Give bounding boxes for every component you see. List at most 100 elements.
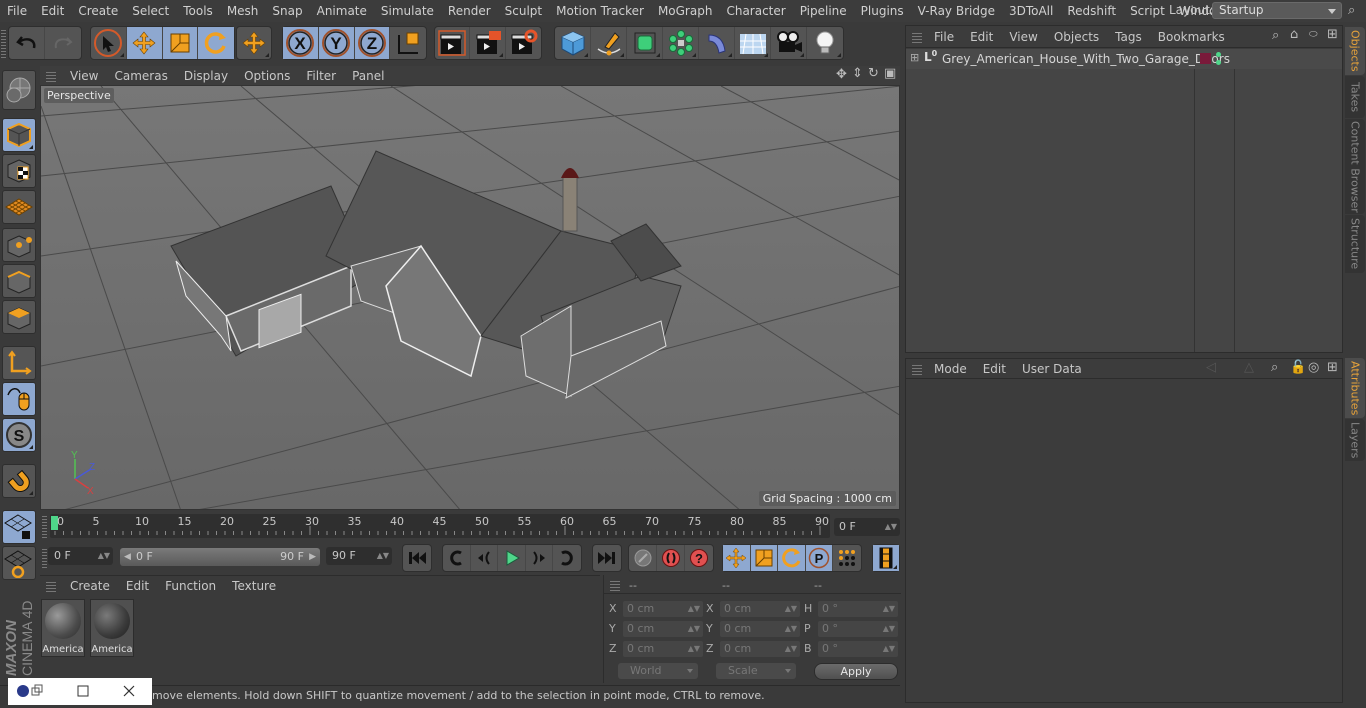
workplane-mode-button[interactable]: [2, 190, 36, 224]
object-row[interactable]: ⊞ L0 Grey_American_House_With_Two_Garage…: [906, 49, 1342, 69]
render-settings-button[interactable]: [506, 27, 541, 59]
snap-button[interactable]: S: [2, 418, 36, 452]
record-keys-button[interactable]: [629, 545, 657, 571]
back-icon[interactable]: ◁: [1206, 360, 1216, 375]
viewport-menu-cameras[interactable]: Cameras: [106, 69, 175, 83]
previous-frame-button[interactable]: [471, 545, 499, 571]
cloner-button[interactable]: [663, 27, 699, 59]
home-icon[interactable]: ⌂: [1290, 27, 1298, 42]
menu-select[interactable]: Select: [125, 4, 176, 18]
next-frame-button[interactable]: [526, 545, 554, 571]
move-button[interactable]: [126, 27, 163, 59]
attribute-menu-mode[interactable]: Mode: [926, 362, 975, 376]
viewport-menu-filter[interactable]: Filter: [298, 69, 344, 83]
viewport-menu-display[interactable]: Display: [176, 69, 236, 83]
material-grip[interactable]: [46, 580, 56, 592]
dolly-view-icon[interactable]: ⇕: [852, 66, 863, 81]
attribute-menu-edit[interactable]: Edit: [975, 362, 1014, 376]
object-menu-file[interactable]: File: [926, 30, 962, 44]
spinner-icon[interactable]: ▲▼: [883, 621, 895, 637]
material-menu-function[interactable]: Function: [157, 579, 224, 593]
go-to-start-button[interactable]: [403, 545, 431, 571]
coordinate-field[interactable]: 0 ° ▲▼: [818, 621, 898, 637]
up-icon[interactable]: △: [1244, 360, 1254, 375]
new-panel-icon[interactable]: ⊞: [1327, 27, 1338, 42]
menu-create[interactable]: Create: [71, 4, 125, 18]
menu-3dtoall[interactable]: 3DToAll: [1002, 4, 1060, 18]
menu-motion-tracker[interactable]: Motion Tracker: [549, 4, 651, 18]
timeline-ruler[interactable]: 0 5 10 15 20 25 30 35 40 45 50 55 60 65 70 75 80 85 90: [50, 514, 830, 538]
spinner-icon[interactable]: ▲▼: [785, 601, 797, 617]
x-axis-lock-button[interactable]: X: [283, 27, 319, 59]
timeline-grip[interactable]: [42, 516, 47, 538]
3d-viewport[interactable]: Y Z X Perspective Grid Spacing : 1000 cm: [40, 85, 900, 510]
subdivision-surface-button[interactable]: [627, 27, 663, 59]
object-menu-tags[interactable]: Tags: [1107, 30, 1150, 44]
magnet-button[interactable]: [2, 464, 36, 498]
edges-mode-button[interactable]: [2, 264, 36, 298]
size-mode-select[interactable]: Scale: [716, 663, 796, 679]
spinner-icon[interactable]: ▲▼: [688, 601, 700, 617]
menu-character[interactable]: Character: [719, 4, 792, 18]
tab-objects[interactable]: Objects: [1345, 27, 1365, 75]
go-to-end-button[interactable]: [593, 545, 621, 571]
toggle-icon[interactable]: ⬭: [1309, 29, 1318, 40]
coordinate-field[interactable]: 0 ° ▲▼: [818, 641, 898, 657]
menu-pipeline[interactable]: Pipeline: [793, 4, 854, 18]
texture-mode-button[interactable]: [2, 154, 36, 188]
workplane-lock-button[interactable]: [2, 510, 36, 544]
menu-mograph[interactable]: MoGraph: [651, 4, 720, 18]
key-rotation-button[interactable]: [778, 545, 806, 571]
coordinate-mode-select[interactable]: World: [618, 663, 698, 679]
lock-icon[interactable]: 🔓: [1290, 360, 1306, 375]
search-icon[interactable]: ⌕: [1348, 3, 1355, 18]
maximize-icon[interactable]: [77, 685, 89, 697]
toolbar-grip[interactable]: [1, 28, 6, 58]
object-grip[interactable]: [912, 31, 922, 43]
camera-button[interactable]: [771, 27, 807, 59]
menu-snap[interactable]: Snap: [265, 4, 309, 18]
autokey-button[interactable]: [657, 545, 685, 571]
tab-structure[interactable]: Structure: [1345, 215, 1365, 273]
search-icon[interactable]: ⌕: [1271, 360, 1278, 375]
coordinate-system-button[interactable]: [390, 27, 426, 59]
key-scale-button[interactable]: [750, 545, 779, 571]
menu-edit[interactable]: Edit: [34, 4, 71, 18]
attribute-menu-user-data[interactable]: User Data: [1014, 362, 1090, 376]
menu-plugins[interactable]: Plugins: [854, 4, 911, 18]
target-icon[interactable]: ◎: [1308, 360, 1319, 375]
locked-workplane-button[interactable]: [2, 546, 36, 580]
expand-icon[interactable]: ⊞: [910, 51, 919, 64]
next-key-button[interactable]: [553, 545, 581, 571]
viewport-menu-options[interactable]: Options: [236, 69, 298, 83]
start-frame-field[interactable]: 0 F ▲▼: [48, 547, 113, 565]
coordinate-field[interactable]: 0 cm ▲▼: [623, 621, 703, 637]
viewport-menu-panel[interactable]: Panel: [344, 69, 392, 83]
previous-key-button[interactable]: [443, 545, 471, 571]
y-axis-lock-button[interactable]: Y: [318, 27, 355, 59]
axis-mode-button[interactable]: [2, 346, 36, 380]
recent-tool-button[interactable]: [237, 27, 271, 59]
pan-view-icon[interactable]: ✥: [836, 67, 847, 82]
polygons-mode-button[interactable]: [2, 300, 36, 334]
transport-grip[interactable]: [42, 548, 47, 568]
redo-button[interactable]: [45, 27, 81, 59]
apply-button[interactable]: Apply: [814, 663, 898, 680]
current-frame-field[interactable]: 0 F ▲▼: [834, 518, 900, 536]
viewport-grip[interactable]: [46, 69, 56, 82]
tab-takes[interactable]: Takes: [1345, 76, 1365, 118]
coordinate-field[interactable]: 0 cm ▲▼: [720, 621, 800, 637]
tab-content-browser[interactable]: Content Browser: [1345, 119, 1365, 214]
layout-select[interactable]: Startup: [1212, 2, 1342, 19]
search-icon[interactable]: ⌕: [1272, 28, 1279, 43]
menu-redshift[interactable]: Redshift: [1060, 4, 1123, 18]
menu-mesh[interactable]: Mesh: [220, 4, 266, 18]
spinner-icon[interactable]: ▲▼: [883, 641, 895, 657]
coordinate-field[interactable]: 0 ° ▲▼: [818, 601, 898, 617]
menu-sculpt[interactable]: Sculpt: [498, 4, 549, 18]
scale-button[interactable]: [162, 27, 199, 59]
tab-attributes[interactable]: Attributes: [1345, 358, 1365, 418]
key-parameter-button[interactable]: P: [805, 545, 834, 571]
rotate-button[interactable]: [198, 27, 234, 59]
points-mode-button[interactable]: [2, 228, 36, 262]
